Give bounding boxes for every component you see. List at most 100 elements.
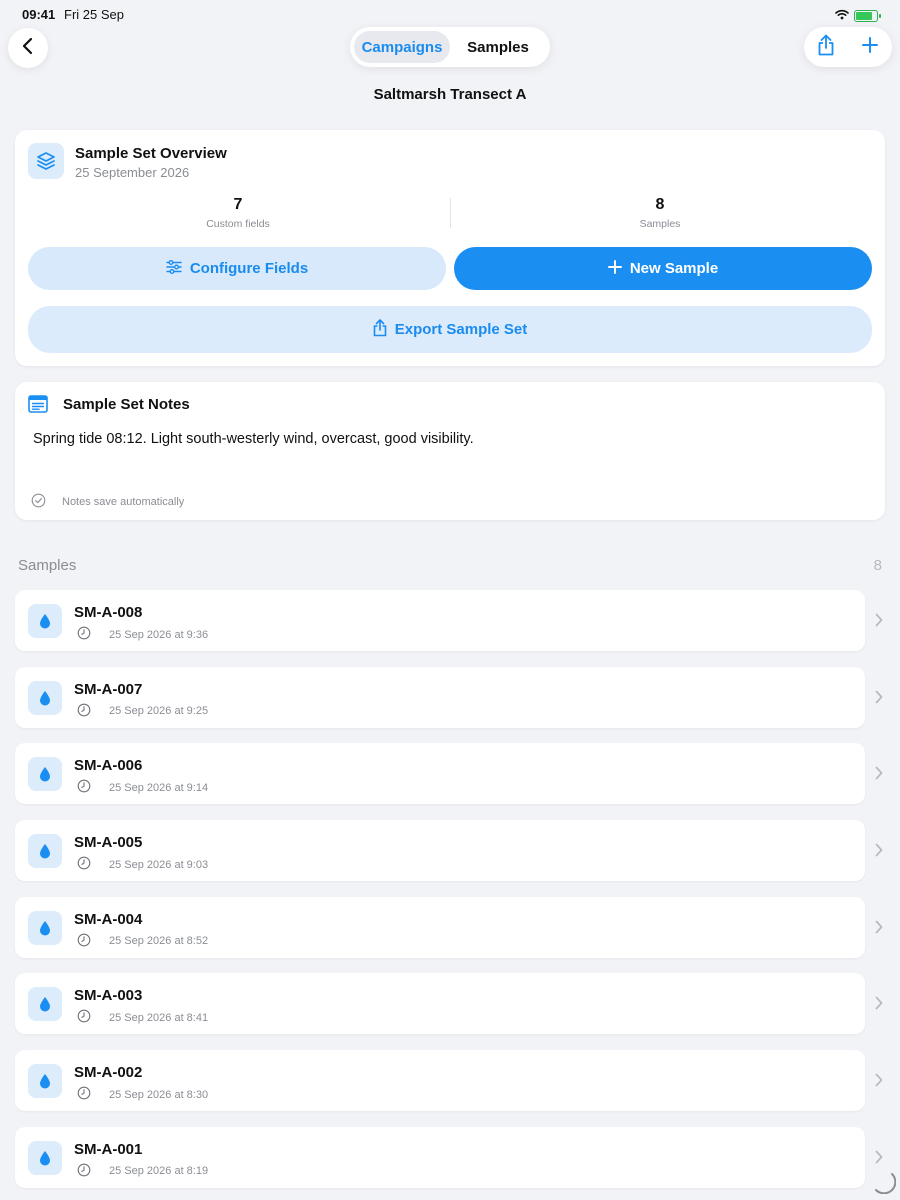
tab-campaigns[interactable]: Campaigns xyxy=(354,31,450,63)
sample-row[interactable]: SM-A-007 25 Sep 2026 at 9:25 xyxy=(15,666,883,728)
drop-icon xyxy=(28,834,62,869)
stat-label: Custom fields xyxy=(206,218,270,230)
sample-row[interactable]: SM-A-005 25 Sep 2026 at 9:03 xyxy=(15,820,883,882)
sample-id: SM-A-008 xyxy=(74,604,143,621)
checkmark-circle-icon xyxy=(31,493,46,511)
chevron-right-icon xyxy=(875,843,883,862)
overview-title: Sample Set Overview xyxy=(75,145,227,162)
plus-icon xyxy=(607,259,622,278)
sample-row[interactable]: SM-A-001 25 Sep 2026 at 8:19 xyxy=(15,1126,883,1188)
share-icon xyxy=(373,318,387,341)
clock-icon xyxy=(77,1086,91,1103)
drop-icon xyxy=(28,910,62,945)
drop-icon xyxy=(28,1064,62,1099)
toolbar-actions xyxy=(804,27,892,67)
battery-level xyxy=(856,12,872,20)
sample-id: SM-A-005 xyxy=(74,834,143,852)
configure-fields-button[interactable]: Configure Fields xyxy=(28,247,446,290)
sample-id: SM-A-006 xyxy=(74,757,143,775)
sliders-icon xyxy=(166,259,182,278)
sample-timestamp: 25 Sep 2026 at 9:36 xyxy=(77,626,208,643)
sample-id: SM-A-004 xyxy=(74,910,143,928)
stat-value: 8 xyxy=(655,196,665,213)
page-title: Saltmarsh Transect A xyxy=(373,86,527,103)
clock-icon xyxy=(77,933,91,950)
drop-icon xyxy=(28,680,62,715)
sample-id: SM-A-003 xyxy=(74,987,143,1005)
stat-value: 7 xyxy=(233,196,243,213)
sample-time: 25 Sep 2026 at 8:19 xyxy=(109,1165,209,1178)
overview-date: 25 September 2026 xyxy=(75,165,190,180)
clock-icon xyxy=(77,1163,91,1180)
sample-id: SM-A-007 xyxy=(74,680,143,698)
sample-timestamp: 25 Sep 2026 at 8:30 xyxy=(77,1086,208,1103)
status-date: Fri 25 Sep xyxy=(64,7,124,22)
battery-icon xyxy=(854,10,881,22)
sample-timestamp: 25 Sep 2026 at 8:41 xyxy=(77,1009,208,1026)
notes-text[interactable]: Spring tide 08:12. Light south-westerly … xyxy=(33,431,474,447)
clock-icon xyxy=(77,1009,91,1026)
sample-timestamp: 25 Sep 2026 at 8:52 xyxy=(77,933,208,950)
sample-timestamp: 25 Sep 2026 at 9:25 xyxy=(77,703,208,720)
configure-fields-label: Configure Fields xyxy=(189,260,309,277)
sample-list: SM-A-008 25 Sep 2026 at 9:36 SM-A-007 25… xyxy=(15,590,885,1200)
notes-title: Sample Set Notes xyxy=(63,396,190,413)
view-segmented-control: Campaigns Samples xyxy=(350,27,550,67)
overview-card: Sample Set Overview 25 September 2026 7 … xyxy=(15,130,885,366)
sample-row[interactable]: SM-A-006 25 Sep 2026 at 9:14 xyxy=(15,743,883,805)
tab-samples[interactable]: Samples xyxy=(450,31,546,63)
chevron-right-icon xyxy=(875,1073,883,1092)
share-icon[interactable] xyxy=(817,34,835,61)
chevron-right-icon xyxy=(875,766,883,785)
status-icons xyxy=(835,7,881,25)
chevron-right-icon xyxy=(875,920,883,939)
new-sample-button[interactable]: New Sample xyxy=(454,247,872,290)
sample-row[interactable]: SM-A-004 25 Sep 2026 at 8:52 xyxy=(15,896,883,958)
drop-icon xyxy=(28,604,62,638)
sample-row[interactable]: SM-A-008 25 Sep 2026 at 9:36 xyxy=(15,590,883,651)
sample-time: 25 Sep 2026 at 9:36 xyxy=(109,628,209,641)
sample-row[interactable]: SM-A-002 25 Sep 2026 at 8:30 xyxy=(15,1050,883,1112)
sample-time: 25 Sep 2026 at 8:30 xyxy=(109,1088,209,1101)
samples-section-header: Samples xyxy=(18,557,77,574)
drop-icon xyxy=(28,1140,62,1175)
sample-row[interactable]: SM-A-003 25 Sep 2026 at 8:41 xyxy=(15,973,883,1035)
stat-custom-fields: 7 Custom fields xyxy=(28,196,448,230)
new-sample-label: New Sample xyxy=(629,260,719,277)
samples-count: 8 xyxy=(873,557,882,574)
notes-autosave-status: Notes save automatically xyxy=(31,493,184,511)
wifi-icon xyxy=(835,7,849,25)
chevron-right-icon xyxy=(875,996,883,1015)
drop-icon xyxy=(28,757,62,792)
chevron-right-icon xyxy=(875,1150,883,1169)
sample-timestamp: 25 Sep 2026 at 9:03 xyxy=(77,856,208,873)
autosave-label: Notes save automatically xyxy=(62,496,185,508)
notes-card: Sample Set Notes Spring tide 08:12. Ligh… xyxy=(15,382,885,520)
clock-icon xyxy=(77,626,91,643)
export-sample-set-button[interactable]: Export Sample Set xyxy=(28,306,872,353)
sample-time: 25 Sep 2026 at 9:25 xyxy=(109,705,209,718)
clock-icon xyxy=(77,703,91,720)
plus-icon[interactable] xyxy=(861,36,879,59)
sample-time: 25 Sep 2026 at 9:14 xyxy=(109,781,209,794)
sample-time: 25 Sep 2026 at 8:41 xyxy=(109,1011,209,1024)
layers-icon xyxy=(28,143,64,179)
sample-timestamp: 25 Sep 2026 at 8:19 xyxy=(77,1163,208,1180)
clock-icon xyxy=(77,779,91,796)
drop-icon xyxy=(28,987,62,1022)
sample-id: SM-A-002 xyxy=(74,1064,143,1082)
sample-time: 25 Sep 2026 at 9:03 xyxy=(109,858,209,871)
chevron-left-icon xyxy=(21,37,35,60)
sample-time: 25 Sep 2026 at 8:52 xyxy=(109,935,209,948)
stat-samples: 8 Samples xyxy=(450,196,870,230)
stat-label: Samples xyxy=(639,218,681,230)
chevron-right-icon xyxy=(875,613,883,632)
status-time: 09:41 xyxy=(22,7,56,22)
loading-spinner-icon xyxy=(872,1170,897,1199)
clock-icon xyxy=(77,856,91,873)
back-button[interactable] xyxy=(8,28,48,68)
export-label: Export Sample Set xyxy=(394,321,528,338)
chevron-right-icon xyxy=(875,690,883,709)
sample-timestamp: 25 Sep 2026 at 9:14 xyxy=(77,779,208,796)
status-bar: 09:41 Fri 25 Sep xyxy=(0,0,900,28)
